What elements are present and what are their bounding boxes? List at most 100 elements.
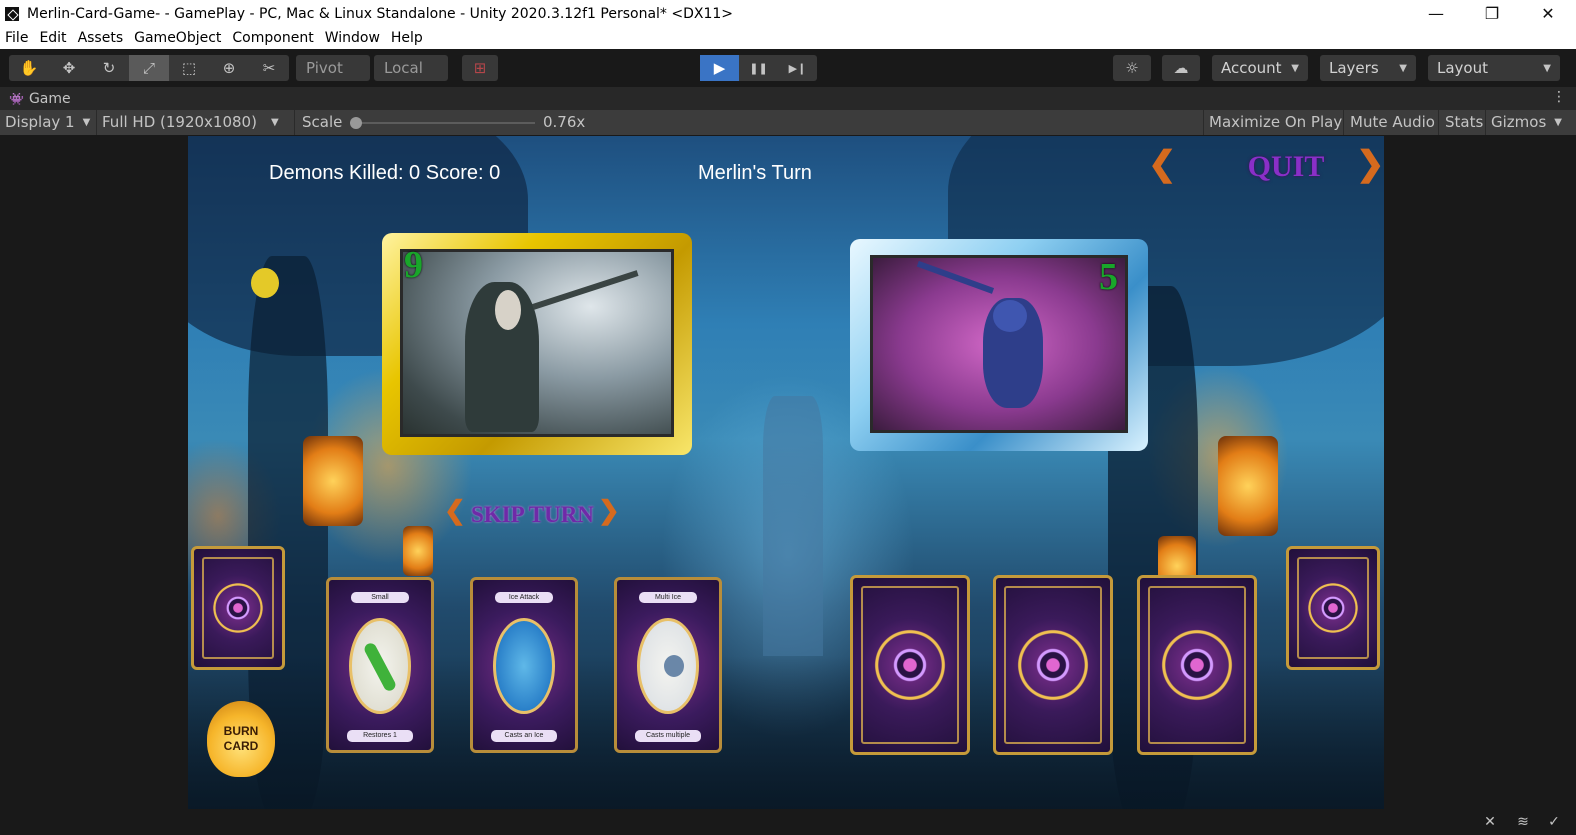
play-icon[interactable]: ▶: [700, 55, 739, 81]
account-label: Account: [1221, 59, 1282, 77]
game-controller-icon: 👾: [9, 91, 24, 106]
goblin-head: [993, 300, 1027, 332]
turn-indicator: Merlin's Turn: [698, 162, 812, 184]
player-card[interactable]: 9: [382, 233, 692, 455]
scale-tool-icon[interactable]: ⤢: [129, 55, 169, 81]
unity-logo-icon: [5, 6, 19, 21]
kebab-menu-icon[interactable]: ⋮: [1552, 89, 1566, 105]
display-dropdown[interactable]: Display 1 ▼: [5, 113, 90, 131]
wizard-staff: [532, 270, 639, 310]
restore-button[interactable]: ❐: [1464, 0, 1520, 27]
hand-card-name: Small: [351, 592, 409, 603]
custom-tool-icon[interactable]: ✂: [249, 55, 289, 81]
chevron-down-icon: ▼: [1554, 116, 1562, 128]
lantern-left: [303, 436, 363, 526]
status-bar: ✕ ≋ ✓: [0, 810, 1576, 835]
transform-tool-icon[interactable]: ⊕: [209, 55, 249, 81]
potion-vial: [362, 641, 398, 693]
rotate-tool-icon[interactable]: ↻: [89, 55, 129, 81]
lantern-small-left: [403, 526, 433, 576]
account-dropdown[interactable]: Account ▼: [1212, 55, 1308, 81]
divider: [1343, 110, 1344, 135]
menu-edit[interactable]: Edit: [39, 30, 66, 46]
local-label: Local: [384, 59, 423, 77]
maximize-on-play-toggle[interactable]: Maximize On Play: [1209, 113, 1342, 131]
scale-value: 0.76x: [543, 113, 586, 131]
pivot-toggle[interactable]: Pivot: [296, 55, 370, 81]
castle-tower: [763, 396, 823, 656]
debug-off-icon[interactable]: ✕: [1481, 814, 1499, 832]
mute-audio-toggle[interactable]: Mute Audio: [1350, 113, 1435, 131]
menu-gameobject[interactable]: GameObject: [134, 30, 221, 46]
close-button[interactable]: ✕: [1520, 0, 1576, 27]
layers-stack-icon[interactable]: ≋: [1514, 814, 1532, 832]
quit-button[interactable]: QUIT: [1226, 150, 1346, 186]
scale-slider-handle[interactable]: [350, 117, 362, 129]
scale-slider-track[interactable]: [355, 122, 535, 124]
burn-label: BURN: [223, 724, 259, 738]
hand-card-name: Ice Attack: [495, 592, 553, 603]
resolution-dropdown[interactable]: Full HD (1920x1080) ▼: [102, 113, 279, 131]
window-title: Merlin-Card-Game- - GamePlay - PC, Mac &…: [27, 5, 734, 22]
tab-game[interactable]: Game: [29, 91, 71, 107]
wizard-beard: [495, 290, 521, 330]
ice-shard: [664, 655, 684, 677]
player-deck[interactable]: [191, 546, 285, 670]
divider: [1203, 110, 1204, 135]
menu-window[interactable]: Window: [325, 30, 380, 46]
layout-dropdown[interactable]: Layout ▼: [1428, 55, 1560, 81]
layers-dropdown[interactable]: Layers ▼: [1320, 55, 1416, 81]
main-toolbar: ✋ ✥ ↻ ⤢ ⬚ ⊕ ✂ Pivot Local ⊞ ▶ ❚❚ ▶❙ ☼ ☁ …: [0, 49, 1576, 87]
hand-card-desc: Restores 1: [347, 730, 413, 742]
multi-ice-icon: [637, 618, 699, 714]
hand-card-desc: Casts an Ice: [491, 730, 557, 742]
game-view-controls: Display 1 ▼ Full HD (1920x1080) ▼ Scale …: [0, 110, 1576, 135]
ornament-left-icon: ❮: [1148, 144, 1177, 184]
game-canvas[interactable]: Demons Killed: 0 Score: 0 Merlin's Turn …: [188, 136, 1384, 809]
game-viewport: Demons Killed: 0 Score: 0 Merlin's Turn …: [0, 135, 1576, 810]
pivot-label: Pivot: [306, 59, 343, 77]
local-toggle[interactable]: Local: [374, 55, 448, 81]
stats-toggle[interactable]: Stats: [1445, 113, 1483, 131]
hand-card[interactable]: Ice Attack Casts an Ice: [470, 577, 578, 753]
enemy-hand-card: [993, 575, 1113, 755]
moon: [251, 268, 279, 298]
step-icon[interactable]: ▶❙: [778, 55, 817, 81]
lantern-right: [1218, 436, 1278, 536]
play-controls: ▶ ❚❚ ▶❙: [700, 55, 817, 81]
hand-tool-icon[interactable]: ✋: [9, 55, 49, 81]
collab-icon[interactable]: ☼: [1113, 55, 1151, 81]
grid-snap-icon[interactable]: ⊞: [462, 55, 498, 81]
menu-help[interactable]: Help: [391, 30, 423, 46]
window-title-bar: Merlin-Card-Game- - GamePlay - PC, Mac &…: [0, 0, 1576, 27]
rect-tool-icon[interactable]: ⬚: [169, 55, 209, 81]
check-circle-icon[interactable]: ✓: [1545, 814, 1563, 832]
minimize-button[interactable]: —: [1408, 0, 1464, 27]
move-tool-icon[interactable]: ✥: [49, 55, 89, 81]
enemy-card[interactable]: 5: [850, 239, 1148, 451]
resolution-label: Full HD (1920x1080): [102, 113, 257, 131]
cloud-icon[interactable]: ☁: [1162, 55, 1200, 81]
potion-icon: [349, 618, 411, 714]
menu-bar: File Edit Assets GameObject Component Wi…: [0, 27, 1576, 49]
hand-card[interactable]: Multi Ice Casts multiple: [614, 577, 722, 753]
chevron-down-icon: ▼: [1399, 62, 1407, 74]
hand-card[interactable]: Small Restores 1: [326, 577, 434, 753]
burn-card-button[interactable]: BURN CARD: [207, 701, 275, 777]
divider: [96, 110, 97, 135]
chevron-down-icon: ▼: [1291, 62, 1299, 74]
chevron-down-icon: ▼: [1543, 62, 1551, 74]
menu-file[interactable]: File: [5, 30, 28, 46]
goblin-arm: [916, 260, 995, 294]
menu-component[interactable]: Component: [232, 30, 313, 46]
skip-turn-button[interactable]: SKIP TURN: [471, 502, 594, 528]
chevron-down-icon: ▼: [82, 116, 91, 128]
pause-icon[interactable]: ❚❚: [739, 55, 778, 81]
score-display: Demons Killed: 0 Score: 0: [269, 162, 501, 184]
player-card-value: 9: [404, 244, 423, 286]
gizmos-toggle[interactable]: Gizmos ▼: [1491, 113, 1562, 131]
hand-card-desc: Casts multiple: [635, 730, 701, 742]
transform-tools: ✋ ✥ ↻ ⤢ ⬚ ⊕ ✂: [9, 55, 289, 81]
card-label: CARD: [223, 739, 259, 753]
menu-assets[interactable]: Assets: [78, 30, 124, 46]
